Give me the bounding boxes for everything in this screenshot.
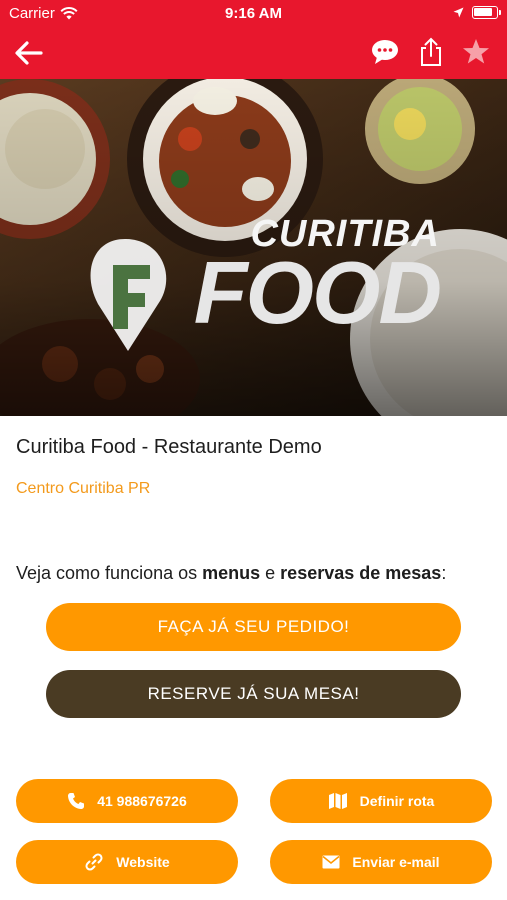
intro-suffix: : — [441, 563, 447, 583]
logo-line2: FOOD — [193, 243, 442, 342]
email-label: Enviar e-mail — [352, 854, 440, 870]
location-arrow-icon — [453, 7, 464, 18]
restaurant-name: Curitiba Food - Restaurante Demo — [16, 436, 322, 458]
intro-reservas: reservas de mesas — [280, 563, 442, 583]
chat-bubble-icon[interactable] — [370, 36, 402, 68]
share-icon[interactable] — [415, 36, 447, 68]
intro-text: Veja como funciona os menus e reservas d… — [16, 563, 446, 584]
route-label: Definir rota — [359, 793, 435, 809]
status-right — [453, 6, 501, 19]
intro-menus: menus — [202, 563, 261, 583]
phone-icon — [68, 793, 85, 809]
battery-icon — [472, 6, 501, 19]
top-bar: Carrier 9:16 AM — [0, 0, 507, 79]
order-button[interactable]: FAÇA JÁ SEU PEDIDO! — [46, 603, 461, 651]
link-icon — [85, 853, 103, 871]
status-time: 9:16 AM — [225, 5, 282, 22]
website-label: Website — [116, 854, 170, 870]
status-bar: Carrier 9:16 AM — [0, 0, 507, 28]
route-button[interactable]: Definir rota — [270, 779, 492, 823]
navigation-bar — [0, 28, 507, 79]
email-button[interactable]: Enviar e-mail — [270, 840, 492, 884]
reserve-button[interactable]: RESERVE JÁ SUA MESA! — [46, 670, 461, 718]
map-icon — [328, 793, 347, 809]
star-icon[interactable] — [460, 36, 492, 68]
phone-button[interactable]: 41 988676726 — [16, 779, 238, 823]
back-arrow-icon[interactable] — [12, 36, 46, 70]
battery-level — [474, 8, 492, 16]
intro-prefix: Veja como funciona os — [16, 563, 203, 583]
restaurant-location[interactable]: Centro Curitiba PR — [16, 480, 150, 498]
hero-image: CURITIBA FOOD — [0, 79, 507, 416]
logo-text-large: FOOD — [140, 243, 442, 342]
phone-label: 41 988676726 — [97, 793, 187, 809]
intro-middle: e — [260, 563, 281, 583]
envelope-icon — [322, 855, 340, 869]
website-button[interactable]: Website — [16, 840, 238, 884]
